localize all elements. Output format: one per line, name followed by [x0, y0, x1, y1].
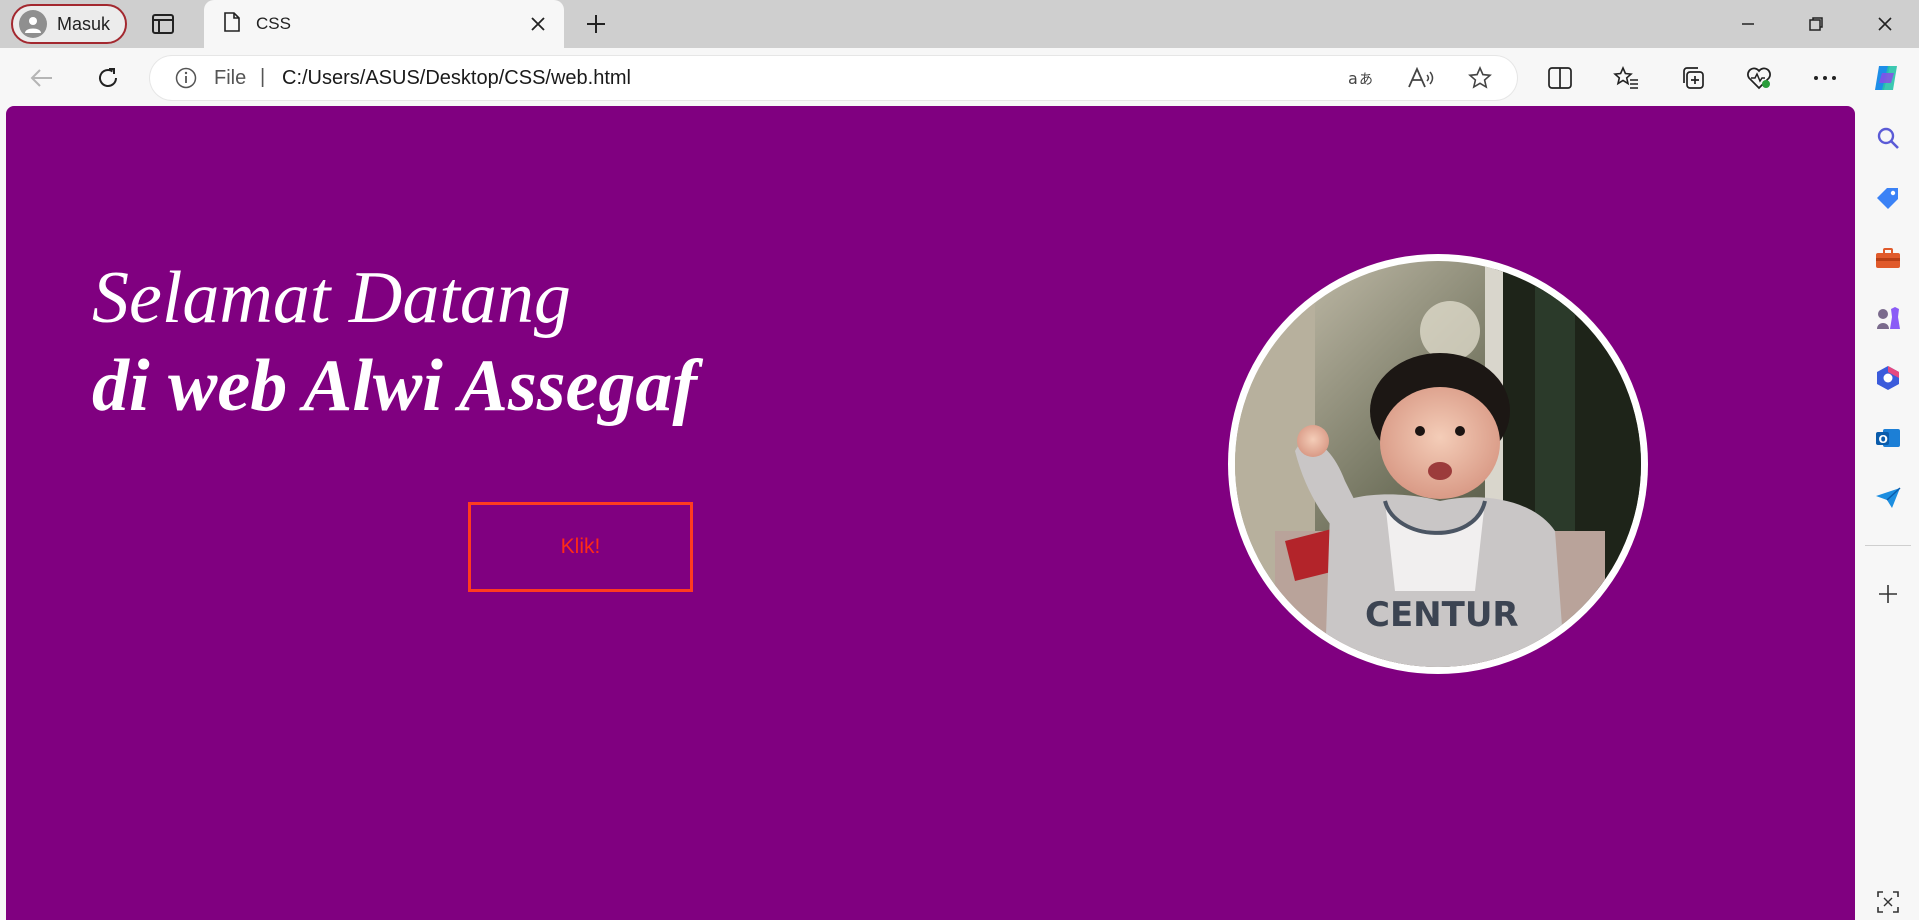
tab-css[interactable]: CSS [204, 0, 564, 48]
read-aloud-icon[interactable] [1405, 64, 1437, 92]
tools-icon[interactable] [1870, 240, 1906, 276]
outlook-icon[interactable]: O [1870, 420, 1906, 456]
games-icon[interactable] [1870, 300, 1906, 336]
svg-text:a: a [1348, 69, 1358, 88]
tab-strip: Masuk CSS [0, 0, 1919, 48]
page-file-icon [224, 11, 240, 37]
svg-text:あ: あ [1359, 72, 1373, 88]
profile-photo-frame: CENTUR [1228, 254, 1648, 674]
search-icon[interactable] [1870, 120, 1906, 156]
svg-text:CENTUR: CENTUR [1365, 595, 1519, 635]
new-tab-icon[interactable] [580, 8, 612, 40]
address-bar[interactable]: File | C:/Users/ASUS/Desktop/CSS/web.htm… [150, 56, 1517, 100]
shopping-tag-icon[interactable] [1870, 180, 1906, 216]
profile-avatar-icon [19, 10, 47, 38]
info-icon[interactable] [174, 66, 198, 90]
back-icon[interactable] [22, 60, 62, 96]
svg-text:O: O [1879, 433, 1888, 446]
address-url[interactable]: C:/Users/ASUS/Desktop/CSS/web.html [282, 67, 631, 90]
profile-button[interactable]: Masuk [11, 4, 127, 44]
sidebar-divider [1865, 545, 1911, 546]
page-viewport: Selamat Datang di web Alwi Assegaf Klik! [6, 106, 1855, 920]
address-separator: | [260, 66, 266, 88]
tab-title: CSS [256, 14, 291, 33]
hero-heading-line2: di web Alwi Assegaf [92, 345, 698, 427]
translate-icon[interactable]: aあ [1345, 64, 1377, 92]
minimize-icon[interactable] [1718, 6, 1778, 42]
close-tab-icon[interactable] [526, 12, 550, 36]
hero-heading-line1: Selamat Datang [92, 257, 571, 339]
address-scheme: File [214, 67, 247, 89]
refresh-icon[interactable] [88, 60, 128, 96]
more-options-icon[interactable] [1805, 60, 1845, 96]
microsoft365-icon[interactable] [1870, 360, 1906, 396]
tab-actions-icon[interactable] [146, 10, 180, 38]
profile-label: Masuk [57, 13, 111, 34]
copilot-icon[interactable] [1866, 60, 1906, 96]
browser-essentials-icon[interactable] [1739, 60, 1779, 96]
close-window-icon[interactable] [1855, 6, 1915, 42]
klik-button[interactable]: Klik! [468, 502, 693, 592]
favorites-icon[interactable] [1606, 60, 1646, 96]
screenshot-icon[interactable] [1870, 884, 1906, 920]
edge-sidebar: O [1857, 106, 1919, 920]
profile-photo: CENTUR [1235, 261, 1641, 667]
split-screen-icon[interactable] [1540, 60, 1580, 96]
restore-icon[interactable] [1786, 6, 1846, 42]
favorite-star-icon[interactable] [1464, 64, 1496, 92]
collections-icon[interactable] [1673, 60, 1713, 96]
add-icon[interactable] [1870, 576, 1906, 612]
drop-icon[interactable] [1870, 480, 1906, 516]
